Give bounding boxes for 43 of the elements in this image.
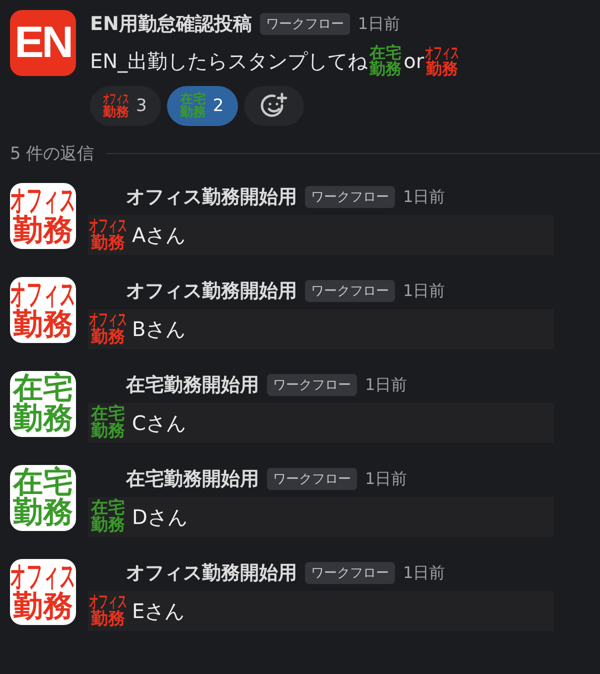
custom-emoji: オフィス 勤務 (88, 215, 128, 255)
bot-name: 在宅勤務開始用 (126, 467, 259, 492)
timestamp: 1日前 (358, 14, 400, 34)
custom-emoji: 在宅 勤務 (90, 497, 126, 537)
workflow-tag: ワークフロー (267, 374, 357, 396)
custom-emoji: オフィス 勤務 (424, 44, 460, 78)
reply-text: Bさん (132, 316, 186, 342)
reply-text: Aさん (132, 222, 186, 248)
reply-text: Eさん (132, 598, 185, 624)
workflow-tag: ワークフロー (267, 468, 357, 490)
reply-text: Dさん (132, 504, 188, 530)
bot-name: オフィス勤務開始用 (126, 279, 297, 304)
bot-name: 在宅勤務開始用 (126, 373, 259, 398)
workflow-tag: ワークフロー (305, 186, 395, 208)
add-reaction-button[interactable] (244, 86, 304, 126)
message-text: EN_出勤したらスタンプしてね (90, 48, 368, 74)
bot-name: オフィス勤務開始用 (126, 185, 297, 210)
timestamp: 1日前 (365, 374, 408, 396)
timestamp: 1日前 (403, 186, 446, 208)
bot-name: オフィス勤務開始用 (126, 561, 297, 586)
custom-emoji: オフィス 勤務 (102, 91, 130, 121)
bot-avatar: オフィス 勤務 (10, 559, 76, 625)
add-emoji-icon (260, 92, 288, 120)
reply-text: Cさん (132, 410, 186, 436)
custom-emoji: 在宅 勤務 (90, 403, 126, 443)
bot-avatar: 在宅 勤務 (10, 465, 76, 531)
post-title: EN用勤怠確認投稿 (90, 12, 252, 37)
message-text: or (404, 49, 424, 73)
workflow-tag: ワークフロー (305, 280, 395, 302)
workflow-tag: ワークフロー (260, 13, 350, 35)
timestamp: 1日前 (403, 280, 446, 302)
timestamp: 1日前 (403, 562, 446, 584)
bot-avatar: 在宅 勤務 (10, 371, 76, 437)
custom-emoji: 在宅 勤務 (178, 91, 207, 121)
custom-emoji: オフィス 勤務 (88, 591, 128, 631)
app-logo: EN (10, 10, 76, 76)
bot-avatar: オフィス 勤務 (10, 183, 76, 249)
timestamp: 1日前 (365, 468, 408, 490)
custom-emoji: オフィス 勤務 (88, 309, 128, 349)
workflow-tag: ワークフロー (305, 562, 395, 584)
bot-avatar: オフィス 勤務 (10, 277, 76, 343)
custom-emoji: 在宅 勤務 (368, 44, 403, 78)
replies-count[interactable]: 5 件の返信 (10, 142, 94, 165)
